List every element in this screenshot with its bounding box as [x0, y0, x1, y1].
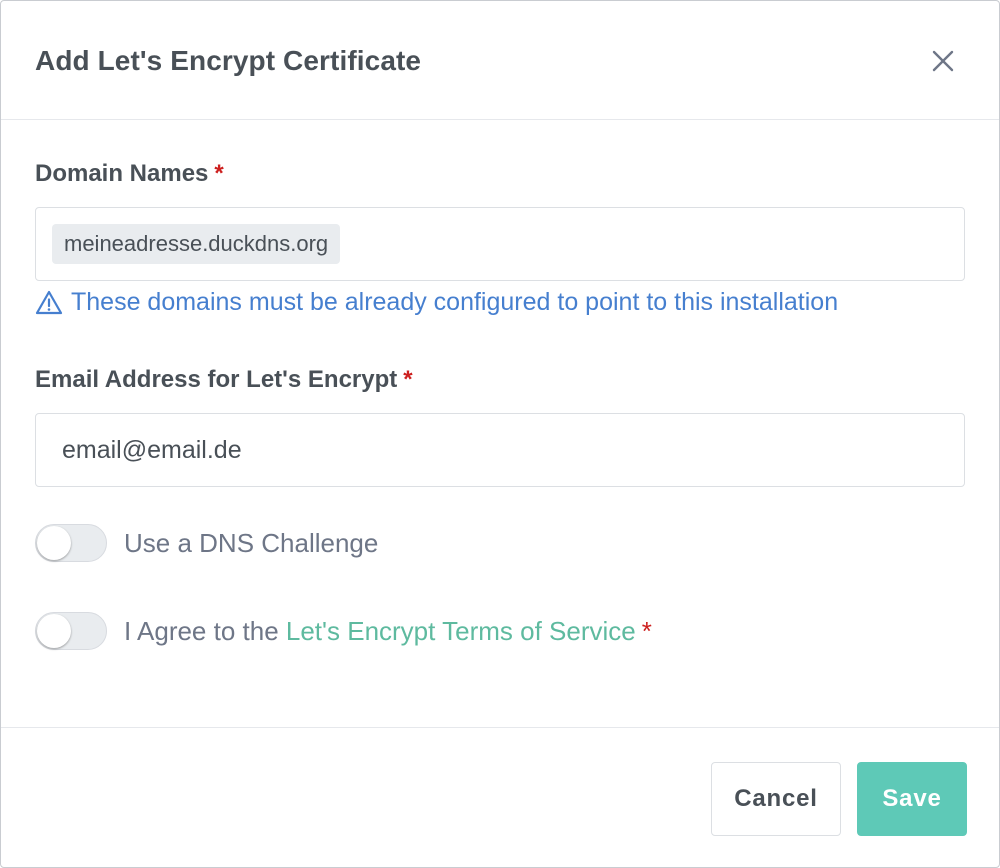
domain-tag[interactable]: meineadresse.duckdns.org: [52, 224, 341, 264]
agree-tos-toggle[interactable]: [35, 612, 107, 650]
email-field[interactable]: [36, 414, 964, 486]
modal-title: Add Let's Encrypt Certificate: [35, 45, 422, 76]
add-certificate-modal: Add Let's Encrypt Certificate Domain Nam…: [0, 0, 1000, 868]
agree-tos-label: I Agree to the Let's Encrypt Terms of Se…: [124, 615, 652, 646]
terms-of-service-link[interactable]: Let's Encrypt Terms of Service: [286, 616, 636, 646]
email-field-wrapper: [35, 413, 965, 487]
warning-triangle-icon: [35, 290, 63, 314]
required-mark: *: [641, 615, 652, 646]
dns-challenge-row: Use a DNS Challenge: [35, 524, 378, 562]
modal-footer: Cancel Save: [1, 727, 999, 867]
close-button[interactable]: [927, 45, 959, 77]
domain-names-input[interactable]: meineadresse.duckdns.org: [35, 207, 965, 281]
modal-header: Add Let's Encrypt Certificate: [1, 1, 999, 120]
toggle-knob: [37, 614, 71, 648]
dns-challenge-label: Use a DNS Challenge: [124, 527, 379, 558]
email-label: Email Address for Let's Encrypt *: [35, 366, 413, 393]
modal-body: Domain Names * meineadresse.duckdns.org T…: [1, 120, 999, 726]
dns-challenge-toggle[interactable]: [35, 524, 107, 562]
domain-hint: These domains must be already configured…: [35, 288, 838, 317]
domain-hint-text: These domains must be already configured…: [71, 288, 839, 316]
save-button[interactable]: Save: [857, 762, 967, 836]
required-mark: *: [214, 160, 224, 187]
required-mark: *: [403, 366, 413, 393]
toggle-knob: [37, 526, 71, 560]
close-icon: [932, 50, 954, 72]
cancel-button[interactable]: Cancel: [711, 762, 841, 836]
agree-tos-row: I Agree to the Let's Encrypt Terms of Se…: [35, 612, 652, 650]
domain-names-label: Domain Names *: [35, 160, 224, 187]
